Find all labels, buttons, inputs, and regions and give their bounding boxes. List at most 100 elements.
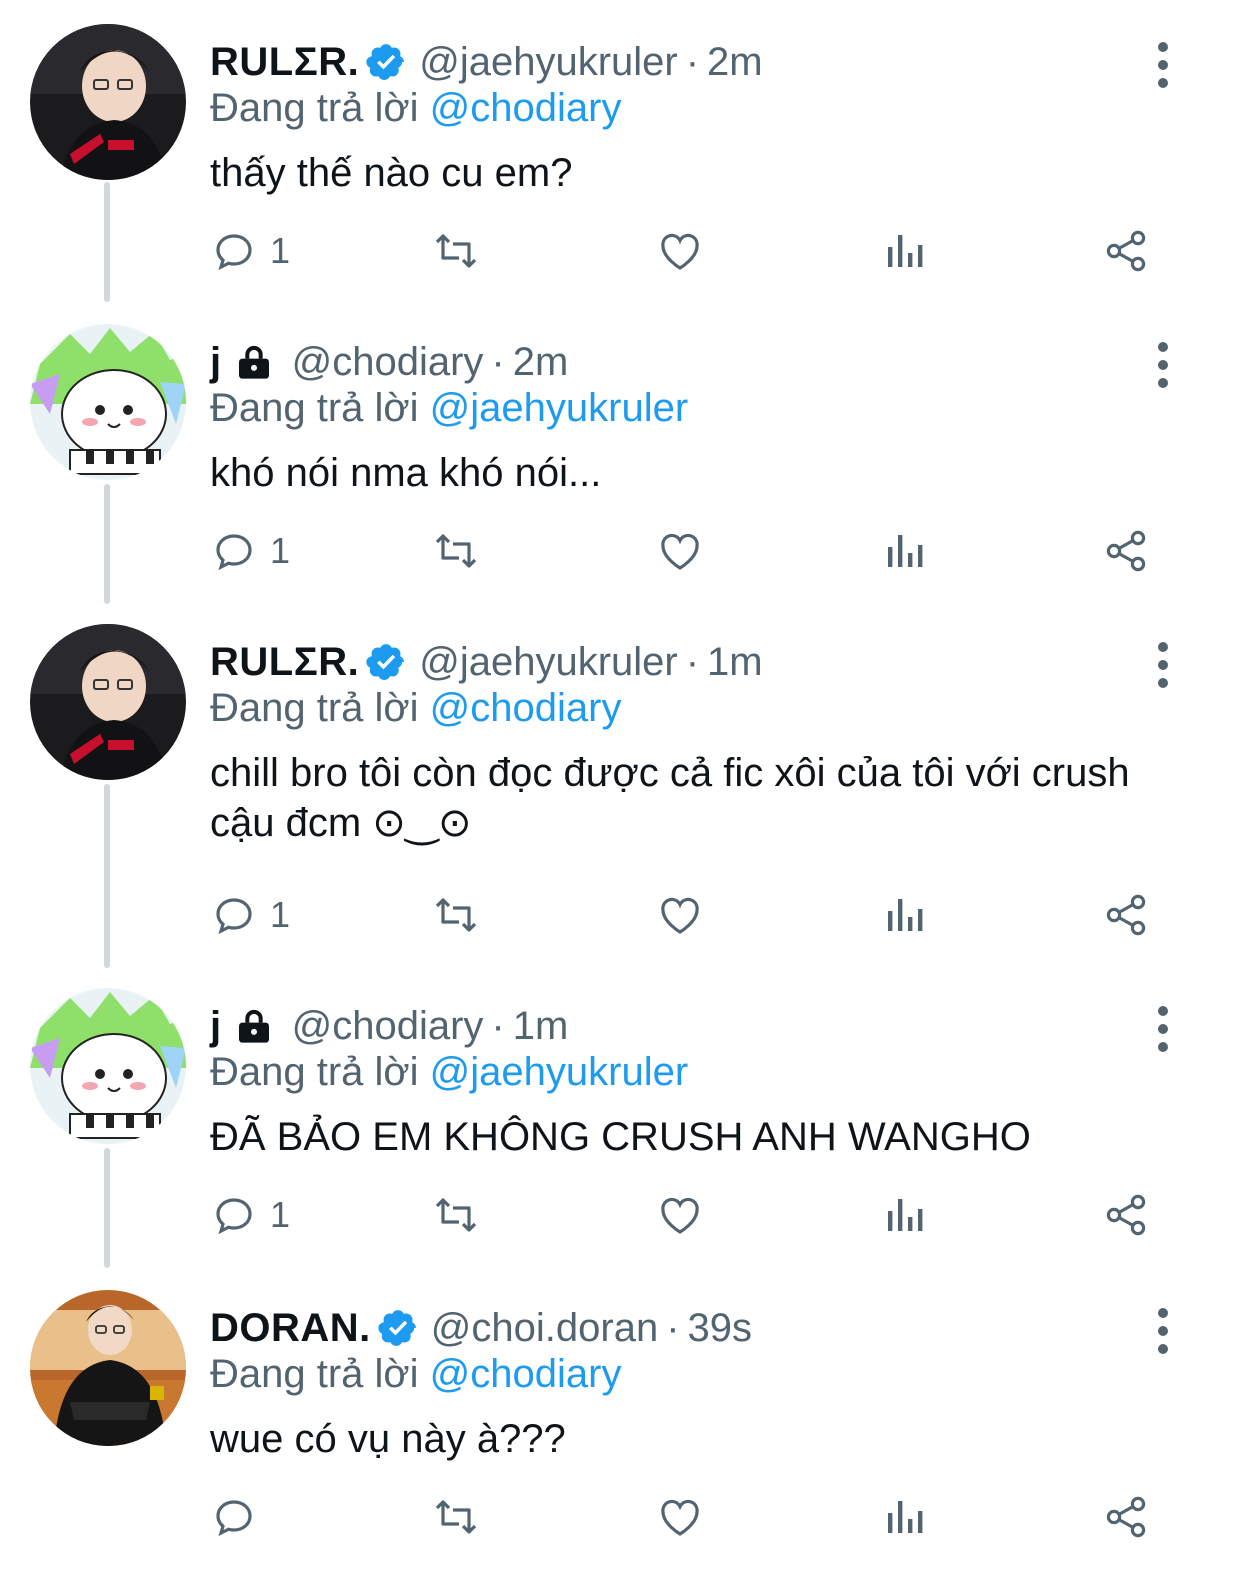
reply-icon	[216, 1500, 252, 1537]
verified-badge-icon	[365, 41, 407, 83]
mention-link[interactable]: @jaehyukruler	[430, 386, 689, 430]
share-button[interactable]	[1102, 226, 1150, 276]
share-icon	[1106, 1194, 1146, 1236]
action-bar: 1	[210, 1190, 1170, 1240]
display-name[interactable]: RULΣR.	[210, 640, 359, 685]
verified-badge-icon	[365, 641, 407, 683]
more-vertical-icon[interactable]	[1148, 38, 1178, 92]
timestamp[interactable]: 2m	[513, 340, 569, 385]
doran-avatar[interactable]	[30, 1290, 186, 1446]
separator-dot: ·	[491, 1003, 505, 1048]
views-button[interactable]	[880, 1190, 928, 1240]
timestamp[interactable]: 39s	[688, 1306, 753, 1351]
replying-to-label: Đang trả lời	[210, 86, 430, 130]
retweet-button[interactable]	[432, 890, 480, 940]
action-bar	[210, 1492, 1170, 1542]
timestamp[interactable]: 2m	[707, 40, 763, 85]
mention-link[interactable]: @chodiary	[430, 1352, 622, 1396]
display-name[interactable]: j	[210, 340, 222, 385]
thread-connector	[104, 784, 110, 968]
replying-to-label: Đang trả lời	[210, 1352, 430, 1396]
retweet-icon	[435, 898, 477, 932]
tweet-header: j @chodiary · 2m	[210, 336, 568, 388]
thread-connector	[104, 484, 110, 604]
hamster-avatar[interactable]	[30, 988, 186, 1144]
heart-icon	[661, 1499, 699, 1536]
user-handle[interactable]: @jaehyukruler	[419, 640, 678, 685]
reply-button[interactable]: 1	[210, 1190, 290, 1240]
reply-icon	[216, 534, 252, 571]
heart-icon	[661, 533, 699, 570]
more-vertical-icon[interactable]	[1148, 638, 1178, 692]
like-button[interactable]	[656, 890, 704, 940]
tweet-header: j @chodiary · 1m	[210, 1000, 568, 1052]
views-button[interactable]	[880, 226, 928, 276]
like-button[interactable]	[656, 526, 704, 576]
ruler-avatar[interactable]	[30, 624, 186, 780]
tweet-text: ĐÃ BẢO EM KHÔNG CRUSH ANH WANGHO	[210, 1115, 1031, 1159]
thread-connector	[104, 1148, 110, 1268]
reply-button[interactable]	[210, 1492, 270, 1542]
tweet-text: chill bro tôi còn đọc được cả fic xôi củ…	[210, 751, 1130, 845]
like-button[interactable]	[656, 1492, 704, 1542]
retweet-button[interactable]	[432, 1190, 480, 1240]
retweet-icon	[435, 1500, 477, 1534]
ruler-avatar[interactable]	[30, 24, 186, 180]
more-vertical-icon[interactable]	[1148, 1304, 1178, 1358]
more-vertical-icon[interactable]	[1148, 338, 1178, 392]
mention-link[interactable]: @jaehyukruler	[430, 1050, 689, 1094]
mention-link[interactable]: @chodiary	[430, 86, 622, 130]
mention-link[interactable]: @chodiary	[430, 686, 622, 730]
reply-button[interactable]: 1	[210, 226, 290, 276]
reply-count: 1	[270, 530, 291, 571]
display-name[interactable]: j	[210, 1004, 222, 1049]
timestamp[interactable]: 1m	[707, 640, 763, 685]
replying-to: Đang trả lời @chodiary	[210, 686, 621, 731]
display-name[interactable]: DORAN.	[210, 1306, 371, 1351]
user-handle[interactable]: @jaehyukruler	[419, 40, 678, 85]
share-button[interactable]	[1102, 890, 1150, 940]
share-icon	[1106, 894, 1146, 936]
user-handle[interactable]: @chodiary	[292, 340, 484, 385]
reply-icon	[216, 234, 252, 271]
reply-button[interactable]: 1	[210, 526, 290, 576]
like-button[interactable]	[656, 1190, 704, 1240]
more-vertical-icon[interactable]	[1148, 1002, 1178, 1056]
user-handle[interactable]: @choi.doran	[431, 1306, 658, 1351]
reply-button[interactable]: 1	[210, 890, 290, 940]
share-button[interactable]	[1102, 1190, 1150, 1240]
retweet-button[interactable]	[432, 526, 480, 576]
hamster-avatar[interactable]	[30, 324, 186, 480]
action-bar: 1	[210, 226, 1170, 276]
separator-dot: ·	[685, 39, 700, 84]
replying-to: Đang trả lời @jaehyukruler	[210, 386, 688, 431]
reply-icon	[216, 898, 252, 935]
views-chart-icon	[888, 535, 923, 567]
views-button[interactable]	[880, 890, 928, 940]
heart-icon	[661, 233, 699, 270]
retweet-button[interactable]	[432, 226, 480, 276]
views-chart-icon	[888, 899, 923, 931]
heart-icon	[661, 897, 699, 934]
replying-to: Đang trả lời @jaehyukruler	[210, 1050, 688, 1095]
views-button[interactable]	[880, 526, 928, 576]
share-button[interactable]	[1102, 1492, 1150, 1542]
tweet-text: thấy thế nào cu em?	[210, 151, 573, 195]
display-name[interactable]: RULΣR.	[210, 40, 359, 85]
like-button[interactable]	[656, 226, 704, 276]
share-button[interactable]	[1102, 526, 1150, 576]
retweet-button[interactable]	[432, 1492, 480, 1542]
tweet-text: khó nói nma khó nói...	[210, 451, 602, 495]
separator-dot: ·	[491, 339, 505, 384]
reply-icon	[216, 1198, 252, 1235]
reply-count: 1	[270, 1194, 291, 1235]
retweet-icon	[435, 234, 477, 268]
views-chart-icon	[888, 1501, 923, 1533]
views-button[interactable]	[880, 1492, 928, 1542]
timestamp[interactable]: 1m	[513, 1004, 569, 1049]
user-handle[interactable]: @chodiary	[292, 1004, 484, 1049]
tweet-header: RULΣR. @jaehyukruler · 2m	[210, 36, 763, 88]
tweet-header: DORAN. @choi.doran · 39s	[210, 1302, 752, 1354]
tweet-header: RULΣR. @jaehyukruler · 1m	[210, 636, 763, 688]
replying-to-label: Đang trả lời	[210, 686, 430, 730]
